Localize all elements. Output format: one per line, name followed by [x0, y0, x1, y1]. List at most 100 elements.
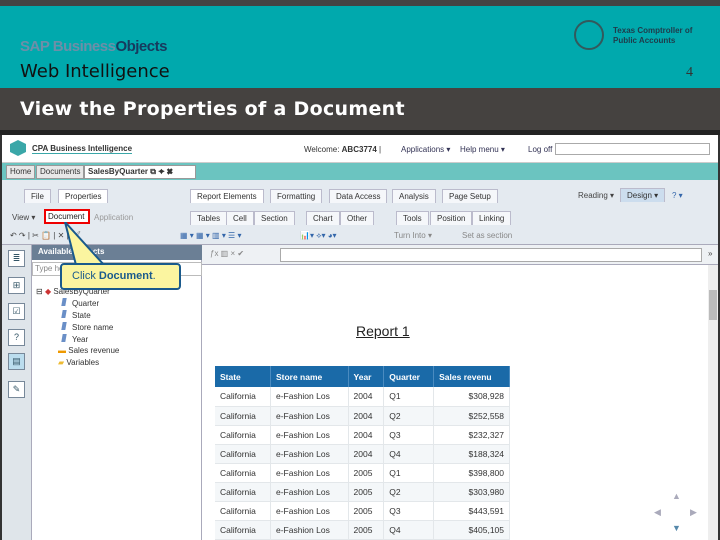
- tab-chart[interactable]: Chart: [306, 211, 340, 225]
- query-icon[interactable]: ?: [8, 329, 25, 346]
- help-menu[interactable]: Help menu ▾: [460, 145, 505, 154]
- callout: Click Document.: [60, 263, 181, 290]
- table-cell: Q3: [383, 501, 435, 521]
- welcome: Welcome: ABC3774 |: [304, 145, 382, 154]
- tab-tables[interactable]: Tables: [190, 211, 228, 225]
- tab-label: SalesByQuarter: [88, 167, 149, 176]
- table-cell: Q4: [383, 444, 435, 464]
- chart-icons[interactable]: 📊▾ ⟡▾ ◕▾: [300, 231, 337, 241]
- vertical-scrollbar[interactable]: [708, 265, 718, 540]
- brand-bold: Objects: [115, 38, 167, 55]
- scroll-thumb[interactable]: [709, 290, 717, 320]
- view-button[interactable]: View ▾: [12, 213, 35, 222]
- table-cell: Q3: [383, 425, 435, 445]
- expand-icon[interactable]: »: [708, 249, 712, 258]
- tab-tools[interactable]: Tools: [396, 211, 429, 225]
- item-label: Sales revenue: [68, 346, 120, 355]
- available-objects-icon[interactable]: ▤: [8, 353, 25, 370]
- edit-icon[interactable]: ✎: [8, 381, 25, 398]
- table-cell: e-Fashion Los: [270, 501, 349, 521]
- tab-properties[interactable]: Properties: [58, 189, 109, 203]
- tab-documents[interactable]: Documents: [36, 165, 85, 179]
- document-tabs: Home Documents SalesByQuarter ⧉ ✦ ✖: [2, 163, 718, 180]
- table-cell: California: [215, 387, 271, 407]
- column-header[interactable]: Quarter: [383, 366, 435, 387]
- column-header[interactable]: State: [215, 366, 271, 387]
- table-cell: 2005: [348, 501, 385, 521]
- table-cell: 2005: [348, 463, 385, 483]
- table-row[interactable]: California e-Fashion Los 2004 Q2 $252,558: [215, 406, 510, 426]
- table-row[interactable]: California e-Fashion Los 2005 Q2 $303,980: [215, 482, 510, 502]
- welcome-label: Welcome:: [304, 145, 340, 154]
- table-row[interactable]: California e-Fashion Los 2005 Q1 $398,800: [215, 463, 510, 483]
- table-cell: e-Fashion Los: [270, 520, 349, 540]
- tab-other[interactable]: Other: [340, 211, 375, 225]
- set-as-section-button[interactable]: Set as section: [462, 231, 512, 240]
- table-icons[interactable]: ▦ ▾ ▦ ▾ ▥ ▾ ☰ ▾: [180, 231, 241, 240]
- table-cell: $303,980: [433, 482, 510, 502]
- item-label: Store name: [72, 323, 114, 332]
- table-row[interactable]: California e-Fashion Los 2004 Q3 $232,327: [215, 425, 510, 445]
- tree-item[interactable]: State: [61, 310, 91, 320]
- turn-into-button[interactable]: Turn Into ▾: [394, 231, 432, 240]
- formula-input[interactable]: [280, 248, 702, 262]
- table-cell: $308,928: [433, 387, 510, 407]
- logoff-link[interactable]: Log off: [528, 145, 552, 154]
- tab-position[interactable]: Position: [430, 211, 473, 225]
- table-row[interactable]: California e-Fashion Los 2004 Q1 $308,928: [215, 387, 510, 407]
- pin-icon[interactable]: ⧉ ✦ ✖: [150, 167, 173, 176]
- nav-up-icon[interactable]: ▲: [672, 491, 681, 501]
- table-cell: $232,327: [433, 425, 510, 445]
- column-header[interactable]: Year: [348, 366, 385, 387]
- tree-item[interactable]: Year: [61, 334, 88, 344]
- design-mode[interactable]: Design ▾: [620, 188, 666, 202]
- tab-linking[interactable]: Linking: [472, 211, 512, 225]
- app-name: CPA Business Intelligence: [32, 144, 133, 154]
- table-row[interactable]: California e-Fashion Los 2004 Q4 $188,324: [215, 444, 510, 464]
- column-header[interactable]: Store name: [270, 366, 349, 387]
- nav-left-icon[interactable]: ◀: [654, 507, 661, 518]
- table-row[interactable]: California e-Fashion Los 2005 Q3 $443,591: [215, 501, 510, 521]
- tab-analysis[interactable]: Analysis: [392, 189, 436, 203]
- application-button[interactable]: Application: [94, 213, 133, 222]
- tab-formatting[interactable]: Formatting: [270, 189, 323, 203]
- reading-mode[interactable]: Reading ▾: [578, 191, 614, 200]
- tree-measure[interactable]: ▬ Sales revenue: [58, 346, 119, 355]
- search-input[interactable]: [555, 143, 710, 155]
- table-cell: California: [215, 501, 271, 521]
- navigation-map-icon[interactable]: ⊞: [8, 277, 25, 294]
- tab-cell[interactable]: Cell: [226, 211, 254, 225]
- tab-section[interactable]: Section: [254, 211, 295, 225]
- table-cell: 2004: [348, 444, 385, 464]
- table-row[interactable]: California e-Fashion Los 2005 Q4 $405,105: [215, 520, 510, 540]
- tab-page-setup[interactable]: Page Setup: [442, 189, 498, 203]
- slide-title: View the Properties of a Document: [20, 98, 405, 120]
- table-cell: e-Fashion Los: [270, 425, 349, 445]
- input-controls-icon[interactable]: ☑: [8, 303, 25, 320]
- tab-salesbyquarter[interactable]: SalesByQuarter ⧉ ✦ ✖: [84, 165, 196, 179]
- product-name: Web Intelligence: [20, 61, 170, 82]
- formula-icons[interactable]: ƒx ▥ × ✔: [210, 249, 244, 258]
- tree-item[interactable]: Quarter: [61, 298, 99, 308]
- tab-report-elements[interactable]: Report Elements: [190, 189, 264, 203]
- tab-file[interactable]: File: [24, 189, 51, 203]
- table-cell: e-Fashion Los: [270, 444, 349, 464]
- help-icon[interactable]: ? ▾: [672, 191, 683, 200]
- report-table: State Store name Year Quarter Sales revenu C…: [215, 366, 510, 540]
- nav-down-icon[interactable]: ▼: [672, 523, 681, 533]
- tab-home[interactable]: Home: [6, 165, 36, 179]
- nav-right-icon[interactable]: ▶: [690, 507, 697, 518]
- table-cell: $443,591: [433, 501, 510, 521]
- tree-item[interactable]: Store name: [61, 322, 114, 332]
- tree-variables[interactable]: ▰ Variables: [58, 358, 99, 367]
- table-cell: e-Fashion Los: [270, 387, 349, 407]
- callout-suffix: .: [152, 270, 156, 282]
- side-icon-bar: ≣ ⊞ ☑ ? ▤ ✎: [2, 245, 32, 540]
- table-cell: 2005: [348, 520, 385, 540]
- applications-menu[interactable]: Applications ▾: [401, 145, 450, 154]
- column-header[interactable]: Sales revenu: [433, 366, 510, 387]
- tab-data-access[interactable]: Data Access: [329, 189, 388, 203]
- callout-pointer: [64, 222, 107, 266]
- document-summary-icon[interactable]: ≣: [8, 250, 25, 267]
- toolbar: File Properties View ▾ Document Applicat…: [2, 180, 718, 245]
